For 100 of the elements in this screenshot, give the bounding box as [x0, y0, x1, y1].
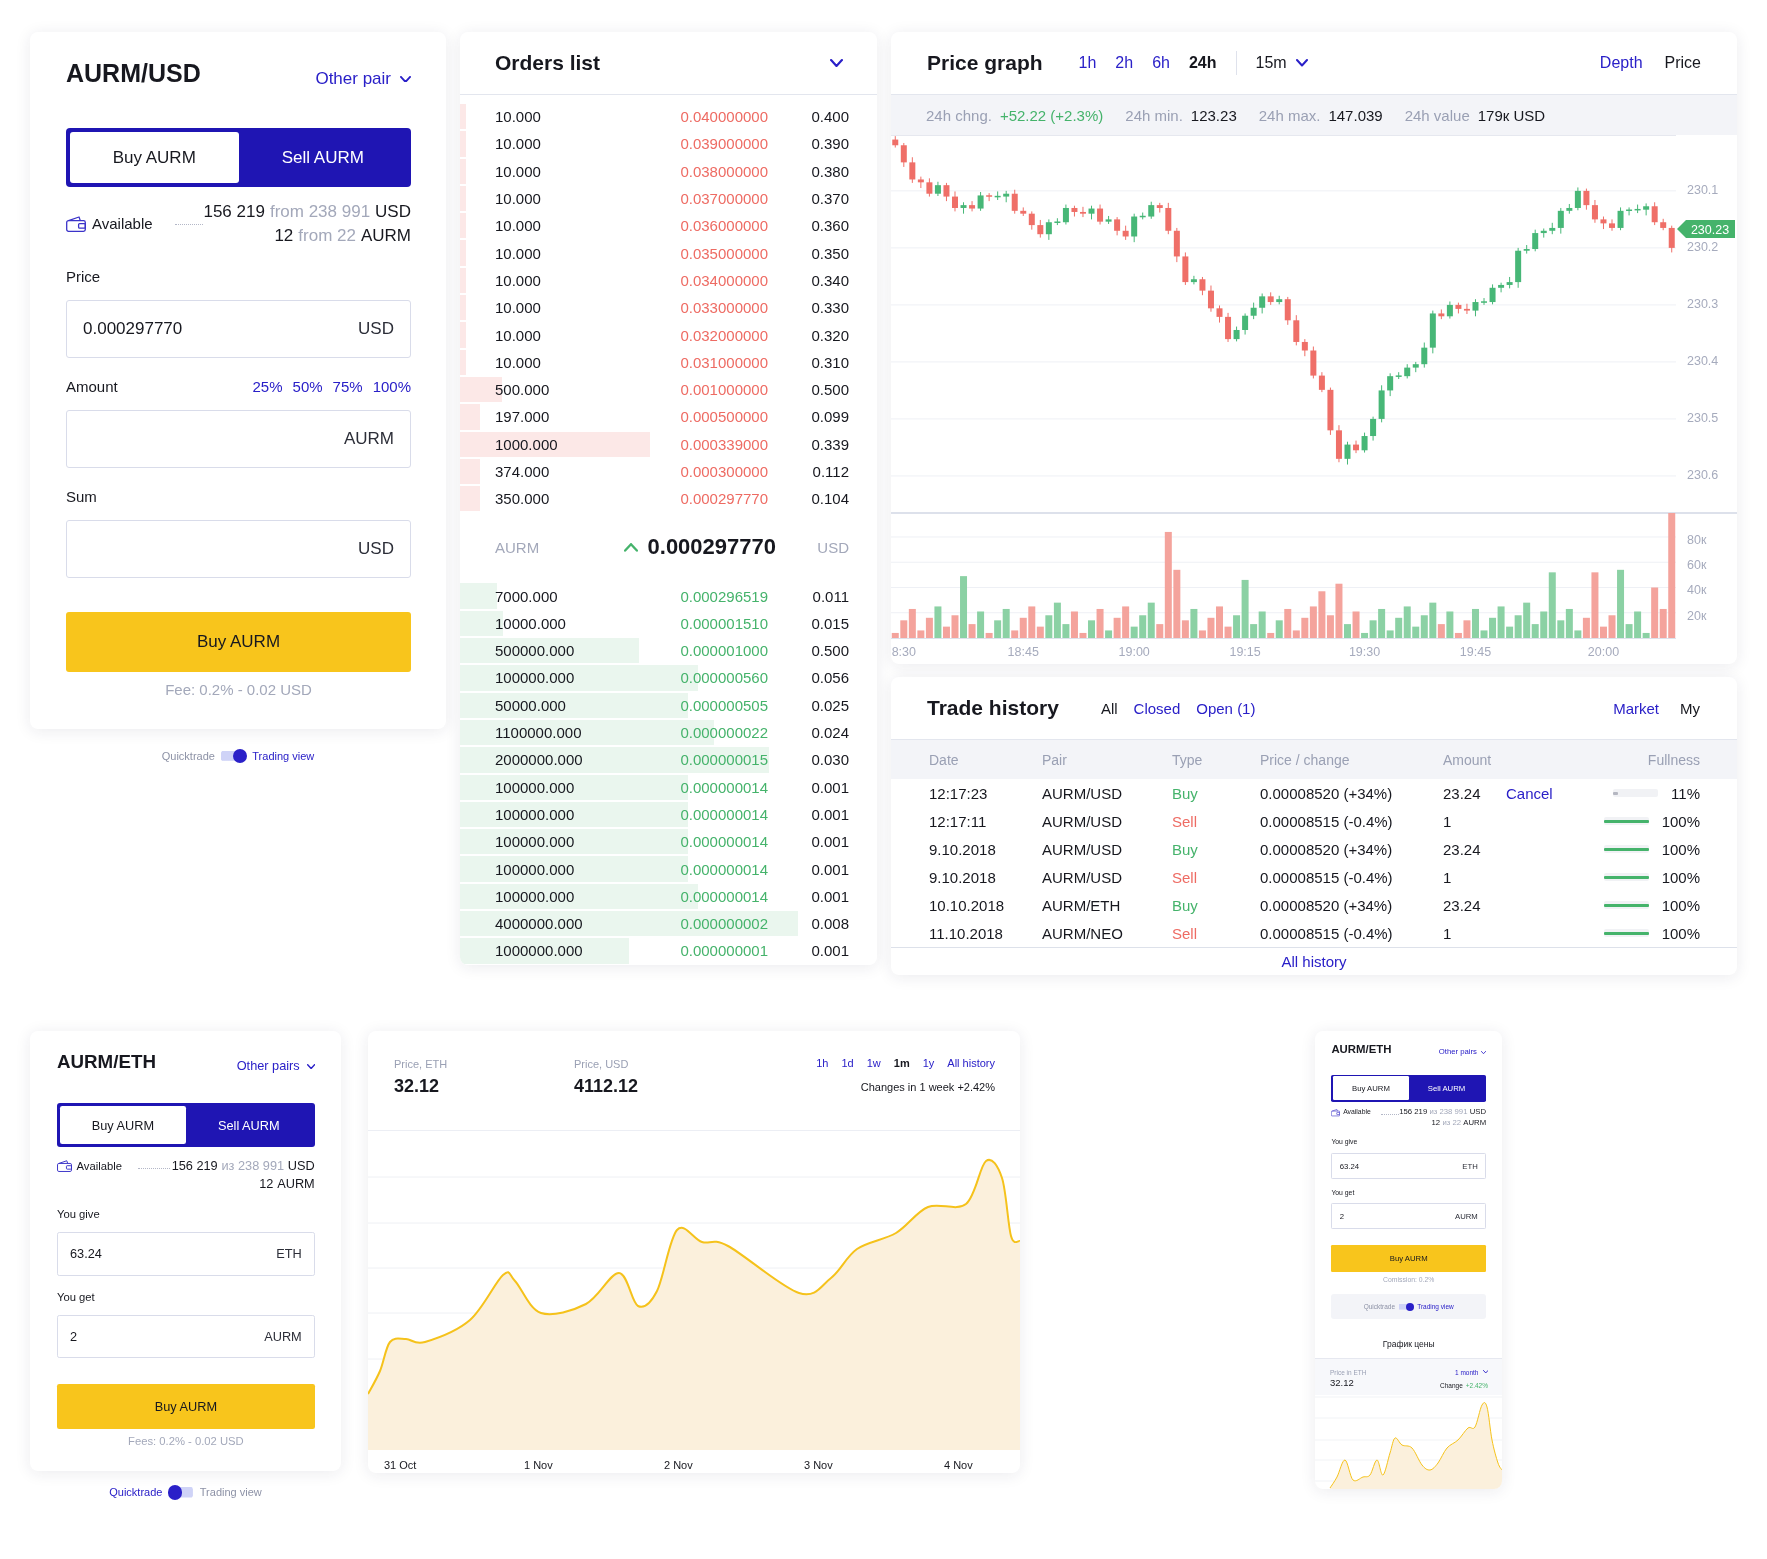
candlestick [1259, 293, 1266, 314]
side-tab[interactable]: Sell AURM [238, 132, 407, 183]
order-price: 0.000500000 [679, 408, 768, 426]
order-amount: 10.000 [495, 162, 542, 180]
candlestick [1481, 297, 1488, 306]
input-field[interactable]: 2 AURM [57, 1314, 315, 1358]
order-amount: 10.000 [495, 353, 542, 371]
price-axis-label: 230.6 [1687, 467, 1719, 482]
cancel-link[interactable]: Cancel [1506, 784, 1553, 802]
trade-date: 9.10.2018 [929, 840, 997, 858]
filter-tab[interactable]: All [1100, 699, 1118, 717]
chevron-down-icon[interactable] [830, 58, 843, 68]
view-option[interactable]: Quicktrade [109, 1486, 163, 1499]
candlestick [951, 190, 958, 212]
interval-dropdown[interactable]: 15m [1255, 54, 1308, 72]
stat-value: 147.039 [1328, 106, 1383, 124]
fullness-percent: 11% [1671, 784, 1700, 802]
bar [1599, 626, 1607, 638]
buy-button[interactable]: Buy AURM [66, 612, 411, 672]
currency-label: AURM [277, 1175, 315, 1193]
bar [994, 620, 1002, 638]
percent-shortcut[interactable]: 100% [372, 377, 411, 395]
last-price-badge: 230.23 [1677, 220, 1735, 238]
order-total: 0.001 [810, 833, 849, 851]
dotted-leader [138, 1167, 170, 1169]
scope-tab[interactable]: My [1680, 699, 1700, 717]
view-toggle[interactable] [167, 1485, 195, 1500]
view-tab[interactable]: Price [1664, 54, 1701, 72]
stat-value: +52.22 (+2.3%) [999, 106, 1104, 124]
candlestick [1131, 213, 1138, 243]
order-total: 0.340 [810, 271, 849, 289]
candlestick [1361, 432, 1368, 454]
view-toggle[interactable] [1398, 1302, 1414, 1312]
filter-tab[interactable]: Closed [1133, 699, 1181, 717]
trade-amount: 1 [1443, 924, 1453, 942]
range-tab[interactable]: 2h [1115, 54, 1134, 72]
percent-shortcut[interactable]: 25% [252, 377, 283, 395]
input-field[interactable]: 0.000297770 USD [66, 300, 411, 358]
percent-shortcut[interactable]: 50% [292, 377, 323, 395]
order-amount: 197.000 [495, 408, 551, 426]
bar [1088, 620, 1096, 638]
candlestick [1643, 202, 1650, 216]
candlestick [986, 192, 993, 202]
bar [1608, 615, 1616, 638]
side-tab[interactable]: Buy AURM [70, 132, 239, 183]
change-note: Changes in 1 week +2.42% [860, 1080, 995, 1094]
scope-tab[interactable]: Market [1613, 699, 1659, 717]
percent-shortcut[interactable]: 75% [332, 377, 363, 395]
order-total: 0.400 [810, 108, 849, 126]
range-tab[interactable]: 24h [1188, 54, 1217, 72]
pair-menu[interactable]: Other pairs [236, 1058, 315, 1075]
order-total: 0.350 [810, 244, 849, 262]
buy-button[interactable]: Buy AURM [57, 1383, 315, 1429]
filter-tab[interactable]: Open (1) [1196, 699, 1256, 717]
order-amount: 10.000 [495, 299, 542, 317]
bar [1011, 630, 1019, 638]
input-field[interactable]: AURM [66, 410, 411, 468]
dotted-leader [174, 223, 204, 225]
candlestick [1387, 372, 1394, 397]
time-axis-label: 18:45 [1007, 645, 1039, 659]
range-tab[interactable]: 6h [1152, 54, 1170, 72]
bar [1002, 608, 1010, 638]
range-tab[interactable]: 1h [1078, 54, 1097, 72]
input-field[interactable]: 63.24 ETH [57, 1232, 315, 1276]
view-tab[interactable]: Depth [1599, 54, 1643, 72]
order-price: 0.000000015 [679, 751, 768, 769]
range-tab[interactable]: All history [947, 1057, 995, 1069]
view-option[interactable]: Trading view [252, 750, 315, 763]
side-tab[interactable]: Buy AURM [60, 1106, 186, 1145]
order-amount: 10.000 [495, 217, 542, 235]
date-label: 4 Nov [944, 1458, 974, 1472]
date-label: 3 Nov [804, 1458, 834, 1472]
input-field[interactable]: USD [66, 520, 411, 578]
order-price: 0.000296519 [679, 587, 768, 605]
order-amount: 10000.000 [495, 614, 567, 632]
price-axis-label: 230.4 [1687, 353, 1719, 368]
range-tab[interactable]: 1h [816, 1057, 829, 1069]
order-amount: 100000.000 [495, 833, 576, 851]
order-amount: 2000000.000 [495, 751, 584, 769]
range-tab[interactable]: 1y [922, 1057, 935, 1069]
side-tab[interactable]: Sell AURM [185, 1106, 312, 1145]
available-total: из 238 991 [221, 1157, 285, 1175]
order-amount: 10.000 [495, 135, 542, 153]
card-title: Price graph [927, 51, 1043, 75]
order-total: 0.360 [810, 217, 849, 235]
bar [1233, 615, 1241, 638]
trade-date: 11.10.2018 [929, 924, 1004, 942]
pair-menu[interactable]: Other pair [315, 68, 411, 90]
range-tab[interactable]: 1w [866, 1057, 881, 1069]
view-toggle[interactable] [220, 749, 247, 764]
all-history-link[interactable]: All history [1281, 953, 1347, 970]
order-amount: 500.000 [495, 381, 551, 399]
candlestick [1668, 225, 1675, 253]
range-tab[interactable]: 1d [841, 1057, 854, 1069]
order-price: 0.001000000 [679, 381, 768, 399]
range-tab[interactable]: 1m [893, 1057, 910, 1069]
order-total: 0.310 [810, 353, 849, 371]
order-amount: 10.000 [495, 244, 542, 262]
order-price: 0.000000505 [679, 696, 768, 714]
price-value: 32.12 [394, 1075, 441, 1097]
